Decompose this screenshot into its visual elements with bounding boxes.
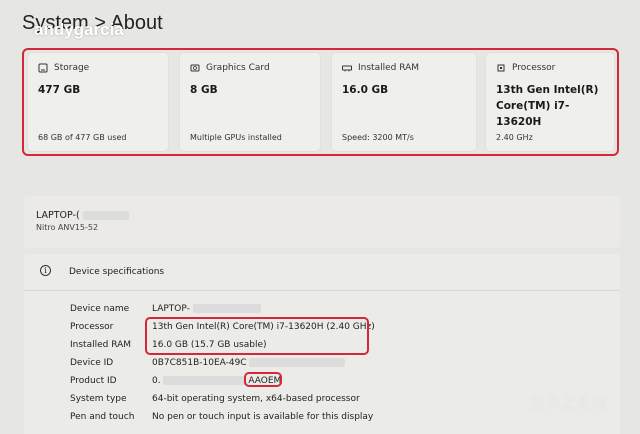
redacted-text [192,304,261,313]
device-specifications-title: Device specifications [69,267,165,277]
spec-value[interactable]: No pen or touch input is available for t… [152,412,373,422]
bazar-logo: BAZAR [530,392,609,415]
spec-label: Device ID [70,358,114,368]
spec-value-text: LAPTOP- [152,304,190,314]
spec-value-text: 0B7C851B-10EA-49C [152,358,247,368]
spec-label: Pen and touch [70,412,135,422]
redacted-text [82,211,129,220]
device-name-panel[interactable]: LAPTOP-( Nitro ANV15-52 [24,196,620,248]
processor-ram-highlight-box [145,317,369,355]
spec-value[interactable]: 0B7C851B-10EA-49C [152,358,346,368]
redacted-text [249,358,346,367]
device-model: Nitro ANV15-52 [36,223,99,232]
cards-highlight-box [22,48,619,156]
spec-label: Processor [70,322,114,332]
spec-label: Device name [70,304,130,314]
info-icon: i [40,265,51,276]
spec-label: System type [70,394,127,404]
product-id-highlight-box [244,372,282,387]
spec-label: Product ID [70,376,117,386]
device-name: LAPTOP-( [36,210,129,221]
spec-value-text: 0. [152,376,161,386]
device-specifications-header[interactable]: i Device specifications [24,254,620,291]
redacted-text [163,376,246,385]
spec-value[interactable]: LAPTOP- [152,304,261,314]
spec-value[interactable]: 64-bit operating system, x64-based proce… [152,394,360,404]
spec-label: Installed RAM [70,340,132,350]
device-name-text: LAPTOP-( [36,210,80,221]
watermark-text: andygarcia [34,20,124,39]
